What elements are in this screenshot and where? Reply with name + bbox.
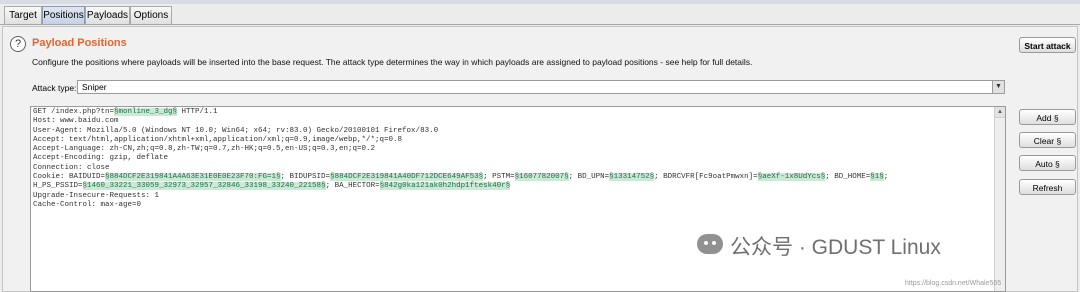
request-text-segment: HTTP/1.1 <box>177 108 218 116</box>
section-description: Configure the positions where payloads w… <box>32 57 753 67</box>
payload-marker[interactable]: §884DCF2E319841A4A63E31E0E0E23F70:FG=1§ <box>105 173 281 182</box>
tab-options[interactable]: Options <box>130 6 172 24</box>
help-circle-icon[interactable]: ? <box>10 36 26 52</box>
tab-bar: Target Positions Payloads Options <box>0 4 1080 25</box>
request-line[interactable]: H_PS_PSSID=§1460_33221_33059_32973_32957… <box>33 182 993 191</box>
request-text-segment: Accept: text/html,application/xhtml+xml,… <box>33 135 403 144</box>
request-text-segment: ; <box>883 173 889 182</box>
request-line[interactable]: Cookie: BAIDUID=§884DCF2E319841A4A63E31E… <box>33 173 993 182</box>
payload-marker[interactable]: §13314752§ <box>609 173 655 182</box>
request-text[interactable]: GET /index.php?tn=§monline_3_dg§ HTTP/1.… <box>33 108 993 210</box>
request-text-segment: GET /index.php?tn= <box>33 108 115 116</box>
attack-type-value: Sniper <box>82 82 107 92</box>
request-text-segment: ; BDRCVFR[Fc9oatPmwxn]= <box>654 173 758 182</box>
tab-payloads[interactable]: Payloads <box>85 6 130 24</box>
request-text-segment: Cache-Control: max-age=0 <box>33 200 142 209</box>
payload-marker[interactable]: §1§ <box>870 173 884 182</box>
editor-scrollbar[interactable]: ▲ <box>994 107 1005 291</box>
tab-target[interactable]: Target <box>4 6 42 24</box>
request-text-segment: H_PS_PSSID= <box>33 182 83 191</box>
payload-marker[interactable]: §842g0ka121ak0h2hdp1ftesk40r§ <box>379 182 511 191</box>
section-title: Payload Positions <box>32 37 127 49</box>
request-text-segment: Connection: close <box>33 163 110 172</box>
request-text-segment: Upgrade-Insecure-Requests: 1 <box>33 191 160 200</box>
request-editor[interactable]: GET /index.php?tn=§monline_3_dg§ HTTP/1.… <box>30 106 1006 292</box>
request-text-segment: ; BD_HOME= <box>825 173 871 182</box>
attack-type-select[interactable]: Sniper ▼ <box>77 80 1005 94</box>
request-text-segment: ; BA_HECTOR= <box>325 182 380 191</box>
start-attack-button[interactable]: Start attack <box>1019 37 1076 53</box>
request-text-segment: Accept-Encoding: gzip, deflate <box>33 154 169 163</box>
request-text-segment: ; BIDUPSID= <box>280 173 331 182</box>
watermark-url: https://blog.csdn.net/Whale565 <box>905 280 1002 287</box>
request-text-segment: ; PSTM= <box>483 173 515 182</box>
request-line[interactable]: User-Agent: Mozilla/5.0 (Windows NT 10.0… <box>33 127 993 136</box>
payload-marker[interactable]: §1607782007§ <box>514 173 569 182</box>
scroll-up-icon[interactable]: ▲ <box>995 107 1005 118</box>
request-line[interactable]: Host: www.baidu.com <box>33 117 993 126</box>
request-line[interactable]: Upgrade-Insecure-Requests: 1 <box>33 192 993 201</box>
auto-markers-button[interactable]: Auto § <box>1019 155 1076 171</box>
request-line[interactable]: Accept: text/html,application/xhtml+xml,… <box>33 136 993 145</box>
watermark-text: 公众号 · GDUST Linux <box>730 236 941 259</box>
payload-marker[interactable]: §monline_3_dg§ <box>114 108 178 116</box>
request-text-segment: Accept-Language: zh-CN,zh;q=0.8,zh-TW;q=… <box>33 145 376 154</box>
payload-marker[interactable]: §aeXf-1x8UdYcs§ <box>757 173 826 182</box>
attack-type-label: Attack type: <box>32 83 77 93</box>
add-marker-button[interactable]: Add § <box>1019 109 1076 125</box>
payload-marker[interactable]: §884DCF2E319841A40DF712DCE649AF53§ <box>330 173 484 182</box>
request-line[interactable]: Cache-Control: max-age=0 <box>33 201 993 210</box>
chevron-down-icon[interactable]: ▼ <box>992 81 1004 93</box>
wechat-logo-icon <box>697 234 723 254</box>
payload-marker[interactable]: §1460_33221_33059_32973_32957_32846_3319… <box>82 182 326 191</box>
clear-markers-button[interactable]: Clear § <box>1019 132 1076 148</box>
request-line[interactable]: Accept-Language: zh-CN,zh;q=0.8,zh-TW;q=… <box>33 145 993 154</box>
refresh-button[interactable]: Refresh <box>1019 179 1076 195</box>
request-line[interactable]: GET /index.php?tn=§monline_3_dg§ HTTP/1.… <box>33 108 993 117</box>
request-text-segment: Cookie: BAIDUID= <box>33 173 106 182</box>
request-line[interactable]: Accept-Encoding: gzip, deflate <box>33 154 993 163</box>
request-text-segment: User-Agent: Mozilla/5.0 (Windows NT 10.0… <box>33 126 439 135</box>
tab-positions[interactable]: Positions <box>42 6 85 24</box>
request-text-segment: ; BD_UPN= <box>568 173 610 182</box>
request-text-segment: Host: www.baidu.com <box>33 117 119 126</box>
request-line[interactable]: Connection: close <box>33 164 993 173</box>
